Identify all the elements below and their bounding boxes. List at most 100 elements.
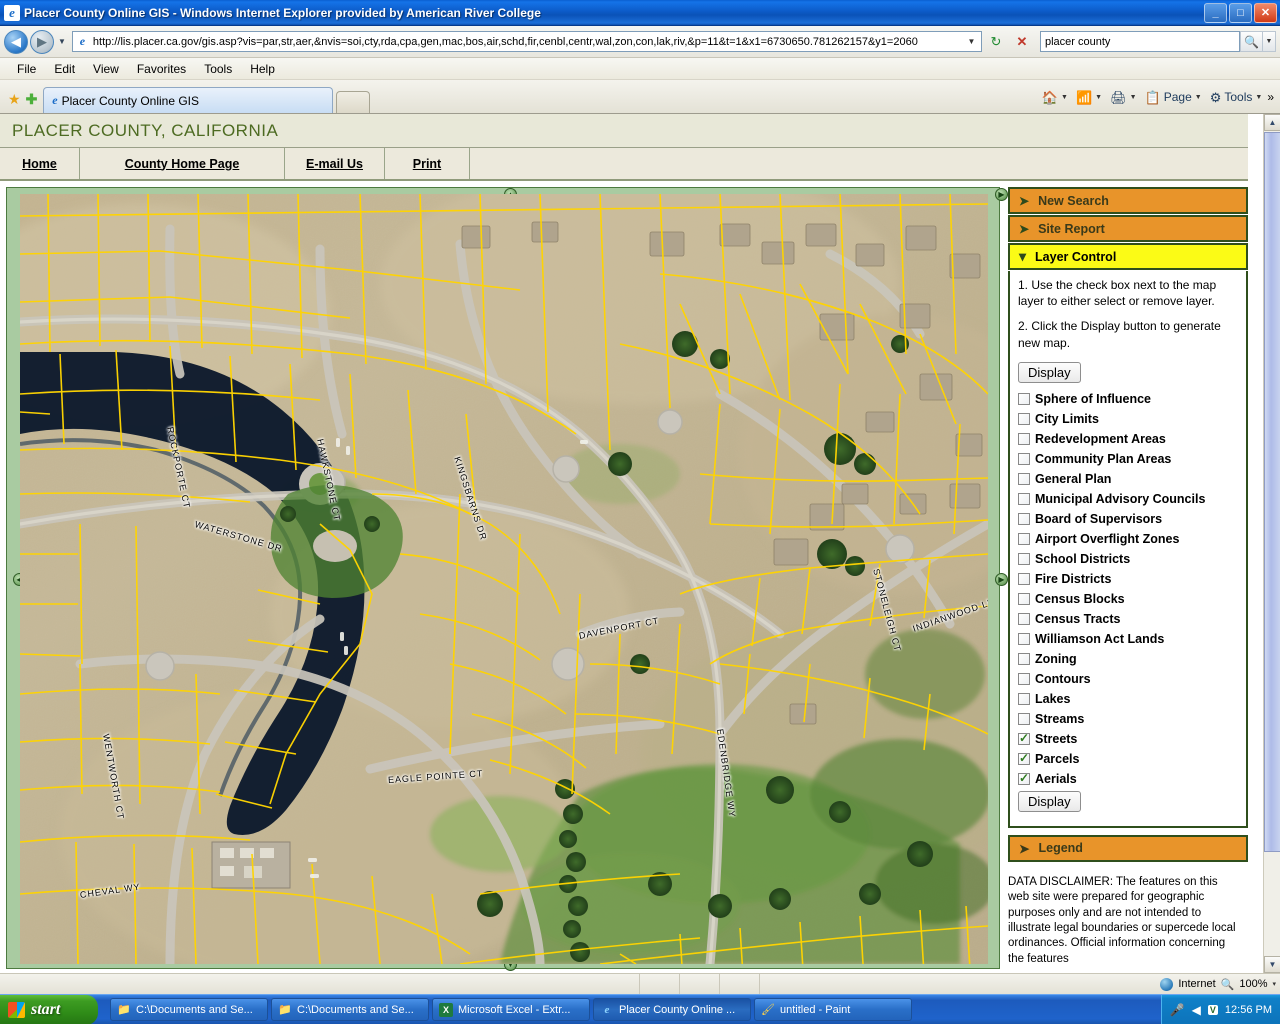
stop-button[interactable]: ✕ [1010, 31, 1034, 53]
zoom-dropdown-icon[interactable]: ▾ [1272, 980, 1276, 988]
layer-row-airport-overflight-zones[interactable]: Airport Overflight Zones [1018, 529, 1238, 549]
layer-row-fire-districts[interactable]: Fire Districts [1018, 569, 1238, 589]
layer-checkbox-fire-districts[interactable] [1018, 572, 1030, 585]
layer-checkbox-streets[interactable] [1018, 731, 1030, 745]
chevron-down-icon[interactable]: ▼ [1255, 94, 1262, 101]
layer-checkbox-community-plan-areas[interactable] [1018, 452, 1030, 465]
microphone-icon[interactable]: 🎤 [1170, 1003, 1185, 1017]
back-button[interactable]: ◀ [4, 29, 28, 54]
layer-row-streams[interactable]: Streams [1018, 709, 1238, 729]
layer-control-button[interactable]: ▾ Layer Control [1008, 243, 1248, 270]
star-icon[interactable]: ★ [8, 92, 21, 106]
chevron-left-icon[interactable]: ◀ [1192, 1003, 1201, 1017]
display-button-bottom[interactable]: Display [1018, 790, 1081, 812]
menu-file[interactable]: File [8, 60, 45, 78]
map-pan-northeast-button[interactable]: ▶ [995, 188, 1008, 201]
nav-home[interactable]: Home [0, 148, 80, 179]
layer-row-williamson-act-lands[interactable]: Williamson Act Lands [1018, 629, 1238, 649]
scroll-thumb[interactable] [1264, 132, 1280, 852]
layer-row-census-tracts[interactable]: Census Tracts [1018, 609, 1238, 629]
layer-row-aerials[interactable]: Aerials [1018, 769, 1238, 789]
layer-checkbox-school-districts[interactable] [1018, 552, 1030, 565]
layer-row-census-blocks[interactable]: Census Blocks [1018, 589, 1238, 609]
scroll-up-button[interactable]: ▲ [1264, 114, 1280, 131]
layer-checkbox-municipal-advisory-councils[interactable] [1018, 492, 1030, 505]
close-button[interactable]: ✕ [1254, 2, 1277, 23]
layer-checkbox-zoning[interactable] [1018, 652, 1030, 665]
layer-row-school-districts[interactable]: School Districts [1018, 549, 1238, 569]
scroll-down-button[interactable]: ▼ [1264, 956, 1280, 973]
zoom-level[interactable]: 100% [1239, 978, 1267, 990]
nav-email-us[interactable]: E-mail Us [285, 148, 385, 179]
nav-county-home-page[interactable]: County Home Page [80, 148, 285, 179]
security-zone[interactable]: Internet 🔍 100% ▾ [1160, 977, 1280, 991]
layer-row-streets[interactable]: Streets [1018, 729, 1238, 749]
search-provider-dropdown-icon[interactable]: ▼ [1262, 31, 1276, 52]
site-report-button[interactable]: ➤ Site Report [1008, 215, 1248, 242]
search-input[interactable]: placer county [1040, 31, 1240, 52]
clock[interactable]: 12:56 PM [1225, 1004, 1272, 1016]
nav-home-link[interactable]: Home [22, 157, 57, 171]
layer-checkbox-airport-overflight-zones[interactable] [1018, 532, 1030, 545]
layer-row-contours[interactable]: Contours [1018, 669, 1238, 689]
layer-row-lakes[interactable]: Lakes [1018, 689, 1238, 709]
layer-row-general-plan[interactable]: General Plan [1018, 469, 1238, 489]
menu-favorites[interactable]: Favorites [128, 60, 195, 78]
chevron-down-icon[interactable]: ▼ [1061, 94, 1068, 101]
menu-tools[interactable]: Tools [195, 60, 241, 78]
nav-print[interactable]: Print [385, 148, 470, 179]
home-button[interactable]: 🏠 ▼ [1039, 89, 1071, 106]
address-bar[interactable]: e http://lis.placer.ca.gov/gis.asp?vis=p… [71, 31, 982, 52]
map-pan-east-button[interactable]: ▶ [995, 573, 1008, 586]
taskbar-item[interactable]: 📁 C:\Documents and Se... [271, 998, 429, 1021]
address-dropdown-icon[interactable]: ▼ [964, 37, 979, 46]
display-button-top[interactable]: Display [1018, 361, 1081, 383]
layer-row-city-limits[interactable]: City Limits [1018, 409, 1238, 429]
layer-checkbox-city-limits[interactable] [1018, 412, 1030, 425]
refresh-button[interactable]: ↻ [984, 31, 1008, 53]
nav-county-home-link[interactable]: County Home Page [125, 157, 240, 171]
layer-checkbox-streams[interactable] [1018, 712, 1030, 725]
taskbar-item[interactable]: 📁 C:\Documents and Se... [110, 998, 268, 1021]
layer-row-redevelopment-areas[interactable]: Redevelopment Areas [1018, 429, 1238, 449]
feeds-button[interactable]: 📶 ▼ [1073, 89, 1105, 106]
layer-checkbox-contours[interactable] [1018, 672, 1030, 685]
nav-print-link[interactable]: Print [413, 157, 441, 171]
layer-row-community-plan-areas[interactable]: Community Plan Areas [1018, 449, 1238, 469]
minimize-button[interactable]: _ [1204, 2, 1227, 23]
menu-view[interactable]: View [84, 60, 128, 78]
antivirus-icon[interactable]: V [1207, 1004, 1218, 1015]
start-button[interactable]: start [0, 994, 98, 1024]
page-vertical-scrollbar[interactable]: ▲ ▼ [1263, 114, 1280, 973]
add-favorite-icon[interactable]: ✚ [26, 92, 38, 106]
tab-placer-county-online-gis[interactable]: e Placer County Online GIS [43, 87, 334, 113]
layer-checkbox-parcels[interactable] [1018, 751, 1030, 765]
menu-edit[interactable]: Edit [45, 60, 84, 78]
print-button[interactable]: 🖨 ▼ [1107, 89, 1139, 106]
taskbar-item[interactable]: X Microsoft Excel - Extr... [432, 998, 590, 1021]
search-icon[interactable]: 🔍 [1240, 31, 1262, 52]
command-overflow-icon[interactable]: » [1267, 90, 1274, 104]
new-tab-button[interactable] [336, 91, 371, 113]
layer-checkbox-sphere-of-influence[interactable] [1018, 392, 1030, 405]
layer-checkbox-redevelopment-areas[interactable] [1018, 432, 1030, 445]
chevron-down-icon[interactable]: ▼ [1095, 94, 1102, 101]
forward-button[interactable]: ▶ [30, 29, 54, 54]
layer-row-sphere-of-influence[interactable]: Sphere of Influence [1018, 389, 1238, 409]
layer-checkbox-census-tracts[interactable] [1018, 612, 1030, 625]
layer-row-zoning[interactable]: Zoning [1018, 649, 1238, 669]
taskbar-item[interactable]: 🖌 untitled - Paint [754, 998, 912, 1021]
taskbar-item[interactable]: e Placer County Online ... [593, 998, 751, 1021]
new-search-button[interactable]: ➤ New Search [1008, 187, 1248, 214]
aerial-map-image[interactable]: ROCKPORTE CT HAWKSTONE CT WATERSTONE DR KIN… [20, 194, 988, 964]
layer-checkbox-general-plan[interactable] [1018, 472, 1030, 485]
layer-row-board-of-supervisors[interactable]: Board of Supervisors [1018, 509, 1238, 529]
chevron-down-icon[interactable]: ▼ [1130, 94, 1137, 101]
maximize-button[interactable]: □ [1229, 2, 1252, 23]
tools-menu-button[interactable]: ⚙ Tools ▼ [1207, 88, 1266, 106]
legend-button[interactable]: ➤ Legend [1008, 834, 1248, 862]
menu-help[interactable]: Help [241, 60, 284, 78]
chevron-down-icon[interactable]: ▼ [1195, 94, 1202, 101]
layer-checkbox-aerials[interactable] [1018, 771, 1030, 785]
page-menu-button[interactable]: 📋 Page ▼ [1142, 88, 1205, 106]
